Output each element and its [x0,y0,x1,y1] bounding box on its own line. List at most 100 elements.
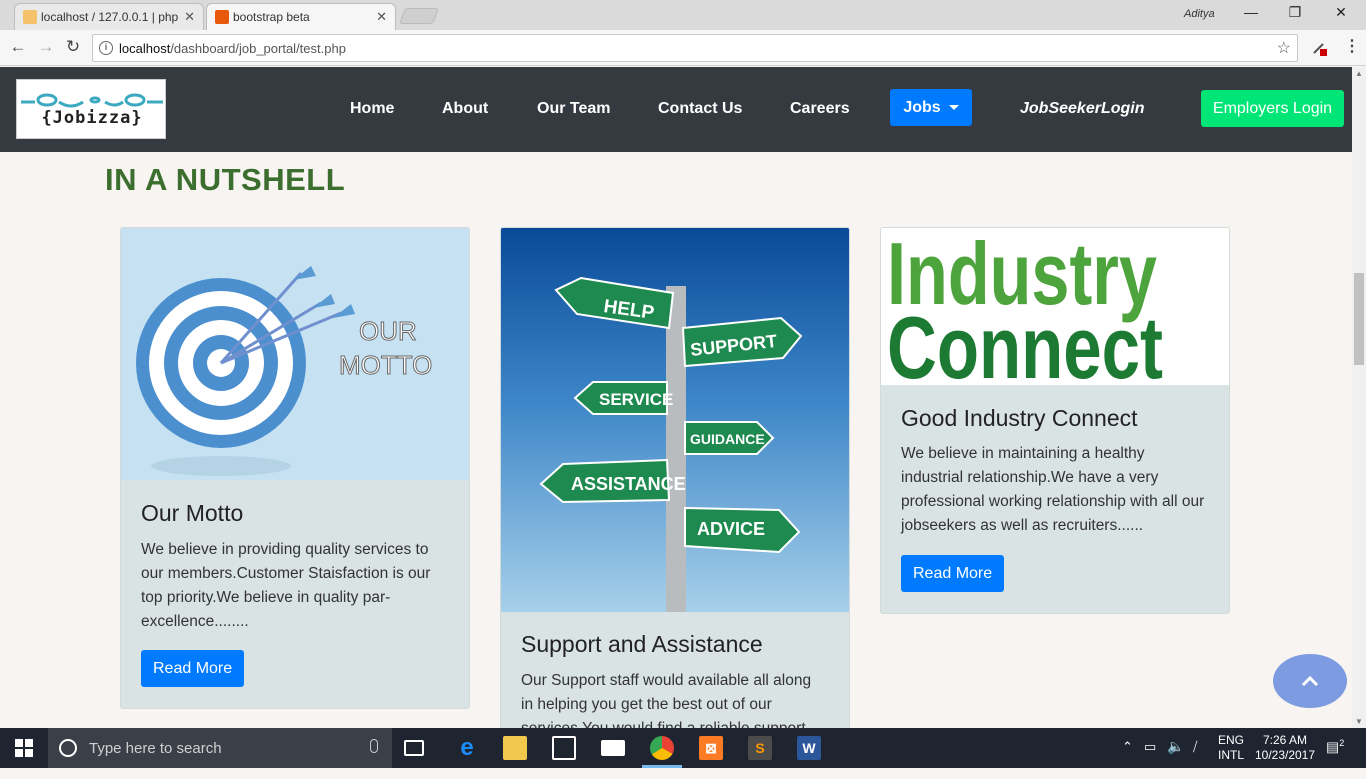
card-title: Support and Assistance [521,631,763,657]
card-text: We believe in providing quality services… [141,541,431,630]
card-our-motto: OUR MOTTO Our Motto We believe in provid… [120,227,470,709]
employers-login-button[interactable]: Employers Login [1201,90,1344,127]
cortana-icon [59,739,77,757]
industry-connect-logo: Industry Connect [887,228,1163,385]
chevron-up-icon [1301,675,1319,687]
lang-top: ENG [1218,733,1245,747]
section-title: IN A NUTSHELL [105,162,346,197]
url-host: localhost [119,40,171,56]
site-navbar: {Jobizza} Home About Our Team Contact Us… [0,67,1352,152]
scroll-down-icon[interactable]: ▼ [1355,717,1363,726]
windows-taskbar: Type here to search e ⊠ S W ⌃ ▭ 🔈 ⧸ ENG … [0,728,1366,768]
clock[interactable]: 7:26 AM 10/23/2017 [1250,733,1320,773]
close-tab-icon[interactable]: ✕ [376,9,387,25]
card-industry-connect: Industry Connect Good Industry Connect W… [880,227,1230,614]
notification-count: 2 [1339,738,1345,748]
browser-toolbar: ← → ↻ i localhost/dashboard/job_portal/t… [0,30,1366,66]
tab-label: localhost / 127.0.0.1 | php [41,10,179,24]
microphone-icon[interactable] [370,739,378,753]
network-icon[interactable]: ⧸ [1193,739,1197,779]
sublime-text-icon[interactable]: S [748,736,772,760]
logo-rings-icon [21,93,163,108]
nav-contact-us[interactable]: Contact Us [658,100,742,118]
card-text: Our Support staff would available all al… [521,672,812,728]
battery-icon[interactable]: ▭ [1144,739,1156,779]
jobs-dropdown-button[interactable]: Jobs [890,89,972,126]
browser-tab-bootstrap[interactable]: bootstrap beta ✕ [206,3,396,30]
card-support-assistance: HELP SUPPORT SERVICE GUIDANCE ASSISTANCE… [500,227,850,728]
sign-advice: ADVICE [697,519,765,539]
sign-guidance: GUIDANCE [690,431,765,447]
volume-icon[interactable]: 🔈 [1167,738,1184,778]
industry-connect-image: Industry Connect [881,228,1229,385]
phpmyadmin-favicon-icon [23,10,37,24]
site-logo[interactable]: {Jobizza} [16,79,166,139]
restore-icon[interactable]: ❐ [1280,4,1310,24]
tray-expand-icon[interactable]: ⌃ [1122,739,1133,779]
motto-image: OUR MOTTO [121,228,469,480]
address-bar[interactable]: i localhost/dashboard/job_portal/test.ph… [92,34,1298,62]
info-icon[interactable]: i [99,41,113,55]
menu-dots-icon[interactable]: ⋮ [1344,36,1360,56]
chrome-icon[interactable] [650,736,674,760]
nav-our-team[interactable]: Our Team [537,100,611,118]
support-signpost-image: HELP SUPPORT SERVICE GUIDANCE ASSISTANCE… [501,228,849,612]
url-path: /dashboard/job_portal/test.php [170,40,346,56]
card-text: We believe in maintaining a healthy indu… [901,445,1205,534]
minimize-icon[interactable]: — [1236,4,1266,24]
logo-text: {Jobizza} [41,108,143,128]
store-icon[interactable] [552,736,576,760]
reload-icon[interactable]: ↻ [63,37,83,57]
page-scrollbar[interactable]: ▲ ▼ [1352,67,1366,728]
clock-date: 10/23/2017 [1254,748,1316,762]
url-text: localhost/dashboard/job_portal/test.php [119,41,346,56]
back-arrow-icon[interactable]: ← [8,37,28,57]
jobs-label: Jobs [903,98,941,116]
lang-bottom: INTL [1218,748,1245,762]
scrollbar-thumb[interactable] [1354,273,1364,365]
task-view-icon[interactable] [404,740,424,756]
search-placeholder: Type here to search [89,739,222,757]
scroll-up-icon[interactable]: ▲ [1355,69,1363,78]
jobseeker-login-link[interactable]: JobSeekerLogin [1020,100,1144,118]
close-window-icon[interactable]: ✕ [1326,4,1356,24]
target-arrows-icon: OUR MOTTO [136,266,433,476]
notifications-icon[interactable]: ▤2 [1326,738,1344,778]
profile-name[interactable]: Aditya [1184,8,1215,20]
xampp-icon[interactable]: ⊠ [699,736,723,760]
caret-down-icon [948,105,959,110]
mail-icon[interactable] [601,740,625,756]
tab-label: bootstrap beta [233,10,310,24]
nav-home[interactable]: Home [350,100,394,118]
motto-image-line1: OUR [359,316,417,346]
read-more-button[interactable]: Read More [141,650,245,687]
read-more-button[interactable]: Read More [901,555,1005,592]
card-title: Good Industry Connect [901,405,1138,431]
xampp-favicon-icon [215,10,229,24]
file-explorer-icon[interactable] [503,736,527,760]
browser-tabstrip: localhost / 127.0.0.1 | php ✕ bootstrap … [0,0,1366,30]
browser-tab-phpmyadmin[interactable]: localhost / 127.0.0.1 | php ✕ [14,3,204,30]
image-word-connect: Connect [887,298,1163,385]
taskbar-search[interactable]: Type here to search [48,728,392,768]
close-tab-icon[interactable]: ✕ [184,9,195,25]
start-button[interactable] [0,728,48,768]
motto-image-line2: MOTTO [339,350,432,380]
forward-arrow-icon[interactable]: → [36,37,56,57]
signpost-icon: HELP SUPPORT SERVICE GUIDANCE ASSISTANCE… [539,276,803,612]
page-viewport: {Jobizza} Home About Our Team Contact Us… [0,67,1352,728]
extension-icon[interactable] [1310,39,1328,57]
edge-icon[interactable]: e [455,734,479,761]
clock-time: 7:26 AM [1262,733,1308,747]
language-indicator[interactable]: ENG INTL [1218,733,1244,773]
new-tab-button[interactable] [399,8,439,24]
nav-careers[interactable]: Careers [790,100,850,118]
card-title: Our Motto [141,500,244,526]
windows-logo-icon [15,739,33,757]
scroll-to-top-button[interactable] [1273,654,1347,708]
sign-assistance: ASSISTANCE [571,474,686,494]
nav-about[interactable]: About [442,100,488,118]
sign-service: SERVICE [599,390,673,409]
word-icon[interactable]: W [797,736,821,760]
bookmark-star-icon[interactable]: ☆ [1277,38,1291,58]
